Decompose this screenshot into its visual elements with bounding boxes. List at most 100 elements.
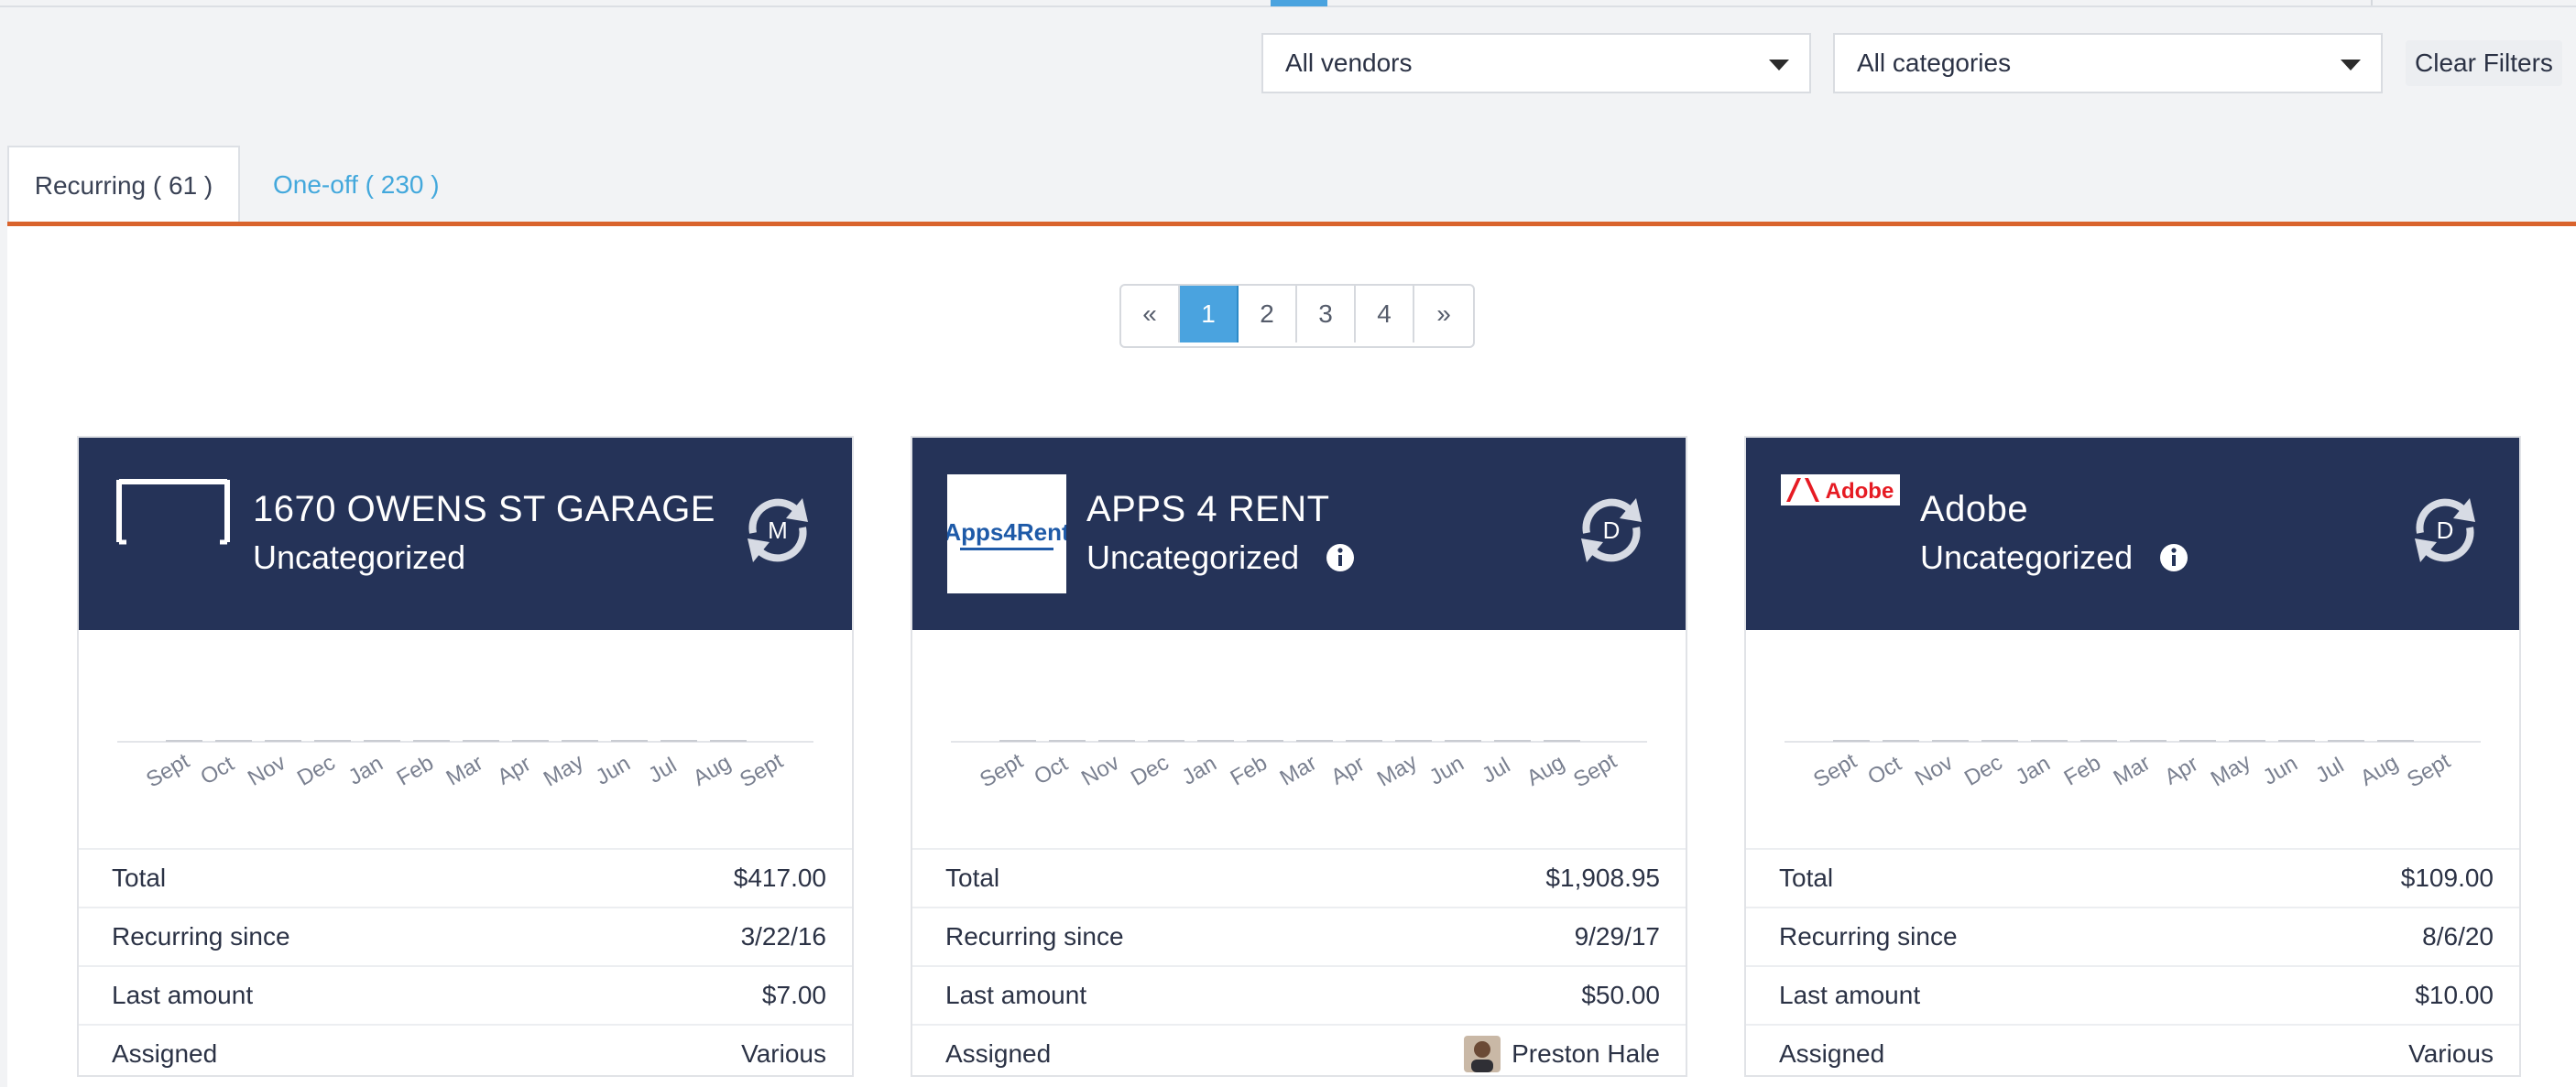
stat-value: $1,908.95 <box>1545 864 1660 892</box>
month-tick-label: Aug <box>1523 750 1568 791</box>
month-tick-label: Sept <box>2403 748 2455 792</box>
apps4rent-logo: Apps4Rent <box>947 474 1066 593</box>
stat-recurring-since: Recurring since 8/6/20 <box>1746 907 2519 965</box>
vendor-category: Uncategorized <box>1086 538 1356 577</box>
vendor-card[interactable]: 1670 OWENS ST GARAGE Uncategorized M Sep… <box>77 436 854 1077</box>
monthly-spend-chart: Sept Oct Nov Dec Jan Feb Mar Apr May Jun Jul Aug Sep… <box>1746 630 2519 850</box>
month-tick-label: Nov <box>244 750 289 791</box>
tab-one-off[interactable]: One-off ( 230 ) <box>257 146 456 224</box>
clear-filters-button[interactable]: Clear Filters <box>2406 40 2562 86</box>
top-nav-bar <box>0 0 2576 7</box>
assignee[interactable]: Preston Hale <box>1464 1036 1660 1072</box>
refresh-cycle-icon: D <box>1581 498 1642 562</box>
stat-assigned: Assigned Various <box>1746 1024 2519 1082</box>
active-nav-indicator <box>1271 0 1327 6</box>
stat-value: 8/6/20 <box>2422 922 2494 951</box>
vendor-card[interactable]: Apps4Rent APPS 4 RENT Uncategorized D Se… <box>911 436 1687 1077</box>
month-tick-label: Apr <box>1326 751 1369 789</box>
month-tick-label: Feb <box>393 750 438 790</box>
stat-total: Total $109.00 <box>1746 848 2519 907</box>
month-tick-label: Nov <box>1077 750 1123 791</box>
chevron-down-icon <box>1769 60 1789 71</box>
pagination-page-2[interactable]: 2 <box>1239 286 1297 342</box>
stat-label: Last amount <box>1779 981 1921 1009</box>
frequency-letter: M <box>768 516 788 544</box>
stat-last-amount: Last amount $7.00 <box>79 965 852 1024</box>
stat-value: $109.00 <box>2400 864 2494 892</box>
vendor-category-label: Uncategorized <box>1086 538 1300 576</box>
info-icon[interactable] <box>1325 542 1356 573</box>
stat-total: Total $417.00 <box>79 848 852 907</box>
vendor-card[interactable]: Adobe Adobe Uncategorized D Sept Oct Nov De… <box>1744 436 2521 1077</box>
month-tick-label: May <box>2207 749 2255 791</box>
vendor-name[interactable]: 1670 OWENS ST GARAGE <box>253 489 715 530</box>
month-tick-label: Jun <box>2259 751 2302 790</box>
vendor-card-header: 1670 OWENS ST GARAGE Uncategorized M <box>79 438 852 630</box>
vendor-name[interactable]: APPS 4 RENT <box>1086 489 1330 530</box>
vendor-filter-select[interactable]: All vendors <box>1261 33 1811 93</box>
stat-recurring-since: Recurring since 3/22/16 <box>79 907 852 965</box>
stat-value: $7.00 <box>761 981 826 1009</box>
info-icon[interactable] <box>2158 542 2189 573</box>
tab-recurring[interactable]: Recurring ( 61 ) <box>7 146 240 224</box>
refresh-cycle-icon: D <box>2415 498 2475 562</box>
vendor-category-label: Uncategorized <box>1920 538 2134 576</box>
stat-value: $50.00 <box>1581 981 1660 1009</box>
category-filter-value: All categories <box>1857 49 2012 77</box>
stat-value[interactable]: Various <box>2408 1039 2494 1069</box>
stat-label: Total <box>1779 864 1834 892</box>
vendor-category: Uncategorized <box>1920 538 2189 577</box>
monthly-spend-chart: Sept Oct Nov Dec Jan Feb Mar Apr May Jun Jul Aug Sep… <box>912 630 1686 850</box>
month-tick-label: Oct <box>196 751 238 789</box>
month-tick-label: Sept <box>736 748 788 792</box>
vendor-stats: Total $109.00 Recurring since 8/6/20 Last … <box>1746 848 2519 1082</box>
stat-last-amount: Last amount $10.00 <box>1746 965 2519 1024</box>
month-tick-label: Dec <box>1127 750 1173 791</box>
stat-label: Assigned <box>1779 1039 1885 1068</box>
stat-assigned: Assigned Preston Hale <box>912 1024 1686 1082</box>
month-tick-label: Oct <box>1030 751 1072 789</box>
month-tick-label: Sept <box>1569 748 1621 792</box>
stat-label: Recurring since <box>945 922 1124 951</box>
pagination-page-4[interactable]: 4 <box>1356 286 1414 342</box>
vendor-filter-value: All vendors <box>1285 49 1413 77</box>
month-tick-label: Mar <box>2110 750 2155 790</box>
month-tick-label: Mar <box>442 750 487 790</box>
month-tick-label: May <box>1373 749 1422 791</box>
stat-label: Total <box>112 864 167 892</box>
stat-value[interactable]: Various <box>741 1039 826 1069</box>
pagination-page-3[interactable]: 3 <box>1297 286 1356 342</box>
pagination-page-1[interactable]: 1 <box>1180 286 1239 342</box>
avatar <box>1464 1036 1501 1072</box>
month-tick-label: Nov <box>1911 750 1957 791</box>
month-tick-label: Aug <box>2356 750 2402 791</box>
stat-label: Assigned <box>945 1039 1052 1068</box>
month-tick-label: Feb <box>2060 750 2105 790</box>
month-tick-label: Jan <box>344 751 387 790</box>
assignee-name: Preston Hale <box>1512 1039 1660 1068</box>
stat-label: Total <box>945 864 1000 892</box>
stat-recurring-since: Recurring since 9/29/17 <box>912 907 1686 965</box>
month-tick-label: Jul <box>1478 753 1514 788</box>
month-tick-label: Aug <box>689 750 735 791</box>
pagination-prev[interactable]: « <box>1121 286 1180 342</box>
pagination-next[interactable]: » <box>1414 286 1473 342</box>
month-tick-label: Apr <box>2160 751 2202 789</box>
category-filter-select[interactable]: All categories <box>1833 33 2383 93</box>
monthly-spend-chart-svg: Sept Oct Nov Dec Jan Feb Mar Apr May Jun Jul Aug Sep… <box>1785 740 2481 793</box>
stat-label: Recurring since <box>112 922 290 951</box>
stat-value: $417.00 <box>733 864 826 892</box>
nav-divider <box>2371 0 2373 5</box>
vendor-card-header: Apps4Rent APPS 4 RENT Uncategorized D <box>912 438 1686 630</box>
vendor-stats: Total $1,908.95 Recurring since 9/29/17 La… <box>912 848 1686 1082</box>
vendor-card-header: Adobe Adobe Uncategorized D <box>1746 438 2519 630</box>
stat-total: Total $1,908.95 <box>912 848 1686 907</box>
vendor-stats: Total $417.00 Recurring since 3/22/16 Last… <box>79 848 852 1082</box>
monthly-spend-chart-svg: Sept Oct Nov Dec Jan Feb Mar Apr May Jun Jul Aug Sep… <box>951 740 1647 793</box>
vendor-name[interactable]: Adobe <box>1920 489 2028 530</box>
month-tick-label: Feb <box>1227 750 1272 790</box>
month-tick-label: Oct <box>1863 751 1905 789</box>
month-tick-label: Mar <box>1276 750 1321 790</box>
frequency-letter: D <box>2437 516 2454 544</box>
adobe-logo: Adobe <box>1781 474 1900 505</box>
